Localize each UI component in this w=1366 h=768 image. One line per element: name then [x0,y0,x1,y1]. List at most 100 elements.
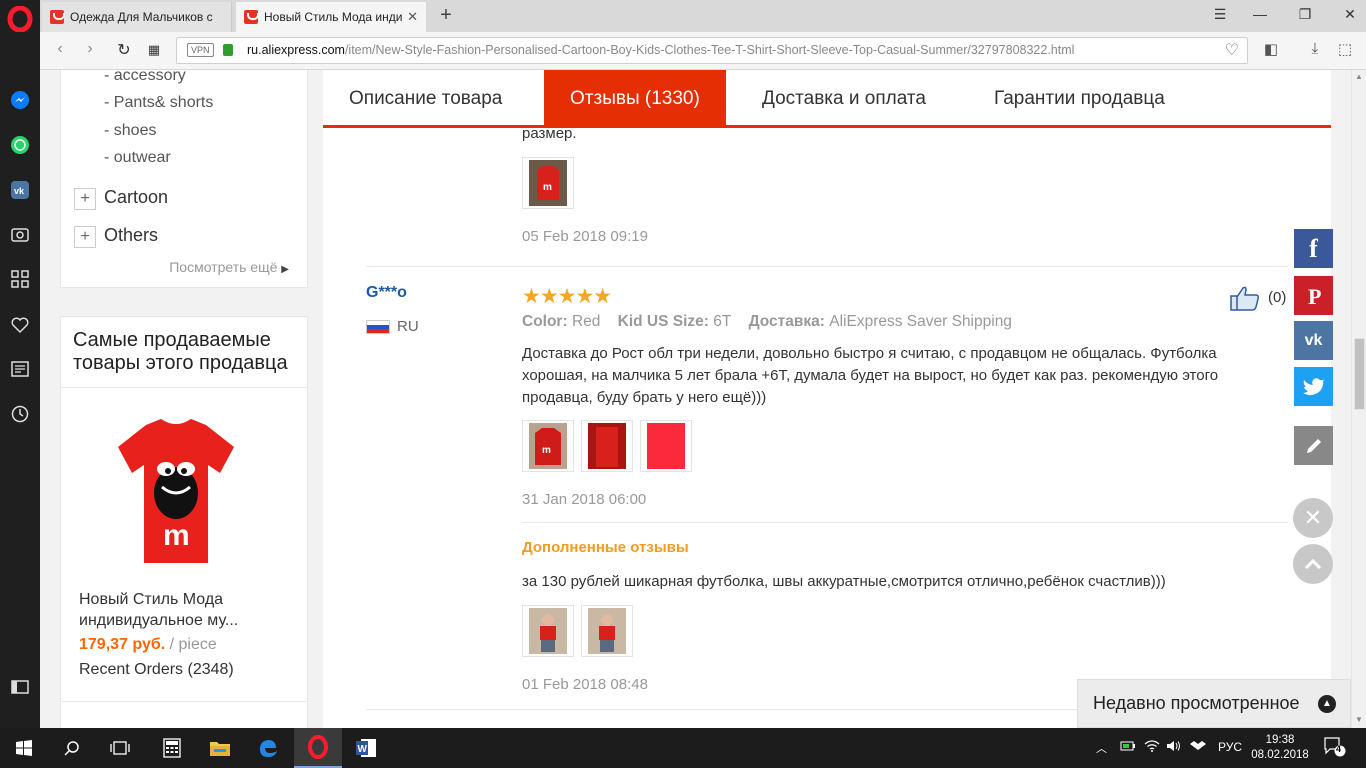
tab-seller-guarantees[interactable]: Гарантии продавца [968,70,1191,125]
edit-pencil-icon[interactable] [1294,426,1333,465]
lock-icon[interactable] [223,44,233,56]
scroll-up-icon[interactable]: ▲ [1355,72,1363,81]
aliexpress-favicon-icon [244,10,259,24]
additional-review-title: Дополненные отзывы [522,539,689,556]
category-subitem[interactable]: - Pants& shorts [104,94,213,112]
reviewer-name[interactable]: G***o [366,284,407,302]
edge-icon[interactable] [244,728,292,768]
battery-icon[interactable] [1120,740,1136,755]
dropbox-icon[interactable] [1190,740,1206,757]
task-view-icon[interactable] [96,728,144,768]
heart-icon[interactable] [8,313,32,337]
category-label: Cartoon [104,187,169,207]
tray-expand-icon[interactable]: ︿ [1096,740,1107,756]
page-scrollbar[interactable]: ▲ ▼ [1351,70,1366,728]
sidebar-toggle-icon[interactable] [8,675,32,699]
tabs-grid-icon[interactable]: ▦ [144,42,164,58]
opera-taskbar-icon[interactable] [294,728,342,768]
search-icon[interactable] [48,728,96,768]
shield-extension-icon[interactable]: ◧ [1260,40,1282,58]
product-image[interactable]: m [116,417,236,565]
tab-shipping[interactable]: Доставка и оплата [736,70,952,125]
history-icon[interactable] [8,402,32,426]
chevron-up-icon[interactable]: ▲ [1318,695,1336,713]
review-photo[interactable] [640,420,692,472]
calculator-icon[interactable] [148,728,196,768]
file-explorer-icon[interactable] [196,728,244,768]
download-icon[interactable]: ⤓ [1304,40,1326,57]
back-to-top-icon[interactable] [1293,544,1333,584]
window-close-icon[interactable]: ✕ [1340,6,1360,23]
additional-review-text: за 130 рублей шикарная футболка, швы акк… [522,573,1166,590]
facebook-share-icon[interactable]: f [1294,229,1333,268]
review-date: 05 Feb 2018 09:19 [522,228,648,245]
scroll-down-icon[interactable]: ▼ [1355,715,1363,724]
expand-plus-icon[interactable]: + [74,188,96,210]
speed-dial-icon[interactable] [8,267,32,291]
action-center-icon[interactable] [1324,737,1346,760]
divider [61,701,307,702]
expand-plus-icon[interactable]: + [74,226,96,248]
russia-flag-icon [366,320,390,334]
back-icon[interactable]: ‹ [50,40,70,58]
new-tab-icon[interactable]: + [434,4,458,27]
vk-sidebar-icon[interactable]: vk [8,178,32,202]
product-name[interactable]: Новый Стиль Мода индивидуальное му... [79,589,289,631]
review-text: Доставка до Рост обл три недели, довольн… [522,345,1219,406]
windows-start-icon[interactable] [0,728,48,768]
product-detail-panel: Описание товара Отзывы (1330) Доставка и… [323,70,1331,728]
category-item[interactable]: + Others [74,225,159,248]
tab-title: Новый Стиль Мода инди [264,10,403,24]
recently-viewed-bar[interactable]: Недавно просмотренное ▲ [1077,679,1351,728]
bookmark-heart-icon[interactable]: ♡ [1225,38,1239,63]
category-item[interactable]: + Cartoon [74,187,169,210]
messenger-icon[interactable] [8,88,32,112]
close-share-icon[interactable]: ✕ [1293,498,1333,538]
browser-tab-1[interactable]: Одежда Для Мальчиков с [42,2,232,32]
minimize-icon[interactable]: — [1250,6,1270,22]
divider [61,387,307,388]
twitter-share-icon[interactable] [1294,367,1333,406]
forward-icon[interactable]: › [80,40,100,58]
review-photo[interactable] [581,420,633,472]
clock[interactable]: 19:38 08.02.2018 [1250,733,1310,763]
vpn-badge[interactable]: VPN [187,43,214,57]
snapshot-icon[interactable]: ⬚ [1334,40,1356,58]
category-label: Others [104,225,159,245]
reload-icon[interactable]: ↻ [114,40,134,60]
opera-logo-icon[interactable] [7,6,33,32]
address-bar[interactable]: VPN ru.aliexpress.com/item/New-Style-Fas… [176,37,1248,64]
category-subitem[interactable]: - shoes [104,122,156,140]
wifi-icon[interactable] [1144,740,1160,755]
review-date: 31 Jan 2018 06:00 [522,491,647,508]
browser-tab-2[interactable]: Новый Стиль Мода инди ✕ [236,2,426,32]
review-photo[interactable] [522,605,574,657]
camera-icon[interactable] [8,222,32,246]
category-subitem[interactable]: - outwear [104,149,171,167]
news-icon[interactable] [8,357,32,381]
tab-menu-icon[interactable]: ☰ [1210,6,1230,23]
pinterest-share-icon[interactable]: P [1294,276,1333,315]
review-photo[interactable]: m [522,157,574,209]
see-more-link[interactable]: Посмотреть ещё ▶ [169,259,289,275]
reviewer-country: RU [366,318,419,335]
review-photo[interactable]: m [522,420,574,472]
review-photo[interactable] [581,605,633,657]
category-subitem[interactable]: - accessory [104,70,186,85]
product-orders: Recent Orders (2348) [79,661,234,678]
tab-reviews[interactable]: Отзывы (1330) [544,70,726,125]
whatsapp-icon[interactable] [8,133,32,157]
word-icon[interactable]: W [342,728,390,768]
svg-text:m: m [542,445,551,456]
tab-description[interactable]: Описание товара [323,70,528,125]
volume-icon[interactable] [1166,740,1182,755]
svg-text:P: P [1308,284,1321,308]
vk-share-icon[interactable]: vk [1294,321,1333,360]
restore-icon[interactable]: ❐ [1295,6,1315,23]
thumbs-up-icon[interactable] [1229,285,1261,311]
tab-close-icon[interactable]: ✕ [407,2,418,32]
input-language[interactable]: РУС [1218,740,1242,754]
scroll-thumb[interactable] [1354,338,1365,410]
windows-taskbar: W ︿ РУС 19:38 08.02.2018 4 [0,728,1366,768]
review-attributes: Color: Red Kid US Size: 6T Доставка: Ali… [522,313,1012,330]
